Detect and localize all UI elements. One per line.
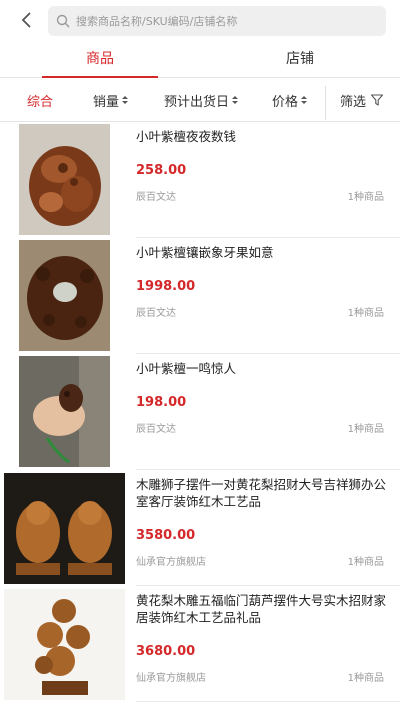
product-item[interactable]: 小叶紫檀夜夜数钱 258.00 辰百文达 1种商品 (0, 122, 400, 238)
sort-price-label: 价格 (272, 94, 299, 110)
sort-arrows-icon (232, 96, 239, 104)
sort-comprehensive[interactable]: 综合 (27, 78, 53, 122)
sort-sales[interactable]: 销量 (93, 78, 129, 122)
back-button[interactable] (14, 8, 38, 32)
product-count: 1种商品 (347, 424, 384, 435)
product-item[interactable]: 木雕狮子摆件一对黄花梨招财大号吉祥狮办公室客厅装饰红木工艺品 3580.00 仙… (0, 470, 400, 586)
filter-label: 筛选 (340, 94, 367, 110)
shop-name: 辰百文达 (136, 192, 176, 203)
filter-button[interactable]: 筛选 (340, 78, 384, 122)
product-price: 3580.00 (136, 528, 196, 543)
product-count: 1种商品 (347, 192, 384, 203)
sort-price[interactable]: 价格 (272, 78, 308, 122)
product-title: 小叶紫檀夜夜数钱 (136, 129, 237, 144)
product-title: 黄花梨木雕五福临门葫芦摆件大号实木招财家居装饰红木工艺品礼品 (136, 593, 387, 625)
product-image (19, 356, 110, 467)
product-title: 木雕狮子摆件一对黄花梨招财大号吉祥狮办公室客厅装饰红木工艺品 (136, 477, 387, 509)
product-price: 198.00 (136, 395, 187, 410)
product-image (4, 589, 125, 700)
product-count: 1种商品 (347, 673, 384, 684)
product-image (4, 473, 125, 584)
product-item[interactable]: 黄花梨木雕五福临门葫芦摆件大号实木招财家居装饰红木工艺品礼品 3680.00 仙… (0, 586, 400, 702)
tab-shops[interactable]: 店铺 (200, 38, 400, 77)
sort-arrows-icon (122, 96, 129, 104)
sort-bar: 综合 销量 预计出货日 价格 筛选 (0, 78, 400, 122)
chevron-left-icon (21, 12, 31, 28)
item-divider (136, 701, 400, 702)
search-icon (56, 14, 70, 28)
product-count: 1种商品 (347, 557, 384, 568)
tab-bar: 商品 店铺 (0, 38, 400, 78)
product-price: 258.00 (136, 163, 187, 178)
sort-comprehensive-label: 综合 (27, 94, 54, 110)
shop-name: 辰百文达 (136, 308, 176, 319)
sort-ship-date-label: 预计出货日 (164, 94, 230, 110)
product-image (19, 124, 110, 235)
product-title: 小叶紫檀镶嵌象牙果如意 (136, 245, 274, 260)
product-count: 1种商品 (347, 308, 384, 319)
tab-products[interactable]: 商品 (0, 38, 200, 78)
product-list: 小叶紫檀夜夜数钱 258.00 辰百文达 1种商品 小叶紫檀镶嵌象牙果如意 19… (0, 122, 400, 711)
search-bar[interactable] (48, 6, 386, 36)
product-item[interactable]: 小叶紫檀镶嵌象牙果如意 1998.00 辰百文达 1种商品 (0, 238, 400, 354)
sort-divider (325, 86, 326, 120)
shop-name: 辰百文达 (136, 424, 176, 435)
sort-sales-label: 销量 (93, 94, 120, 110)
shop-name: 仙承官方旗舰店 (136, 673, 206, 684)
search-input[interactable] (76, 14, 366, 28)
shop-name: 仙承官方旗舰店 (136, 557, 206, 568)
product-price: 1998.00 (136, 279, 196, 294)
product-title: 小叶紫檀一鸣惊人 (136, 361, 237, 376)
filter-icon (370, 94, 384, 106)
sort-arrows-icon (301, 96, 308, 104)
sort-ship-date[interactable]: 预计出货日 (164, 78, 239, 122)
product-image (19, 240, 110, 351)
product-price: 3680.00 (136, 644, 196, 659)
product-item[interactable]: 小叶紫檀一鸣惊人 198.00 辰百文达 1种商品 (0, 354, 400, 470)
